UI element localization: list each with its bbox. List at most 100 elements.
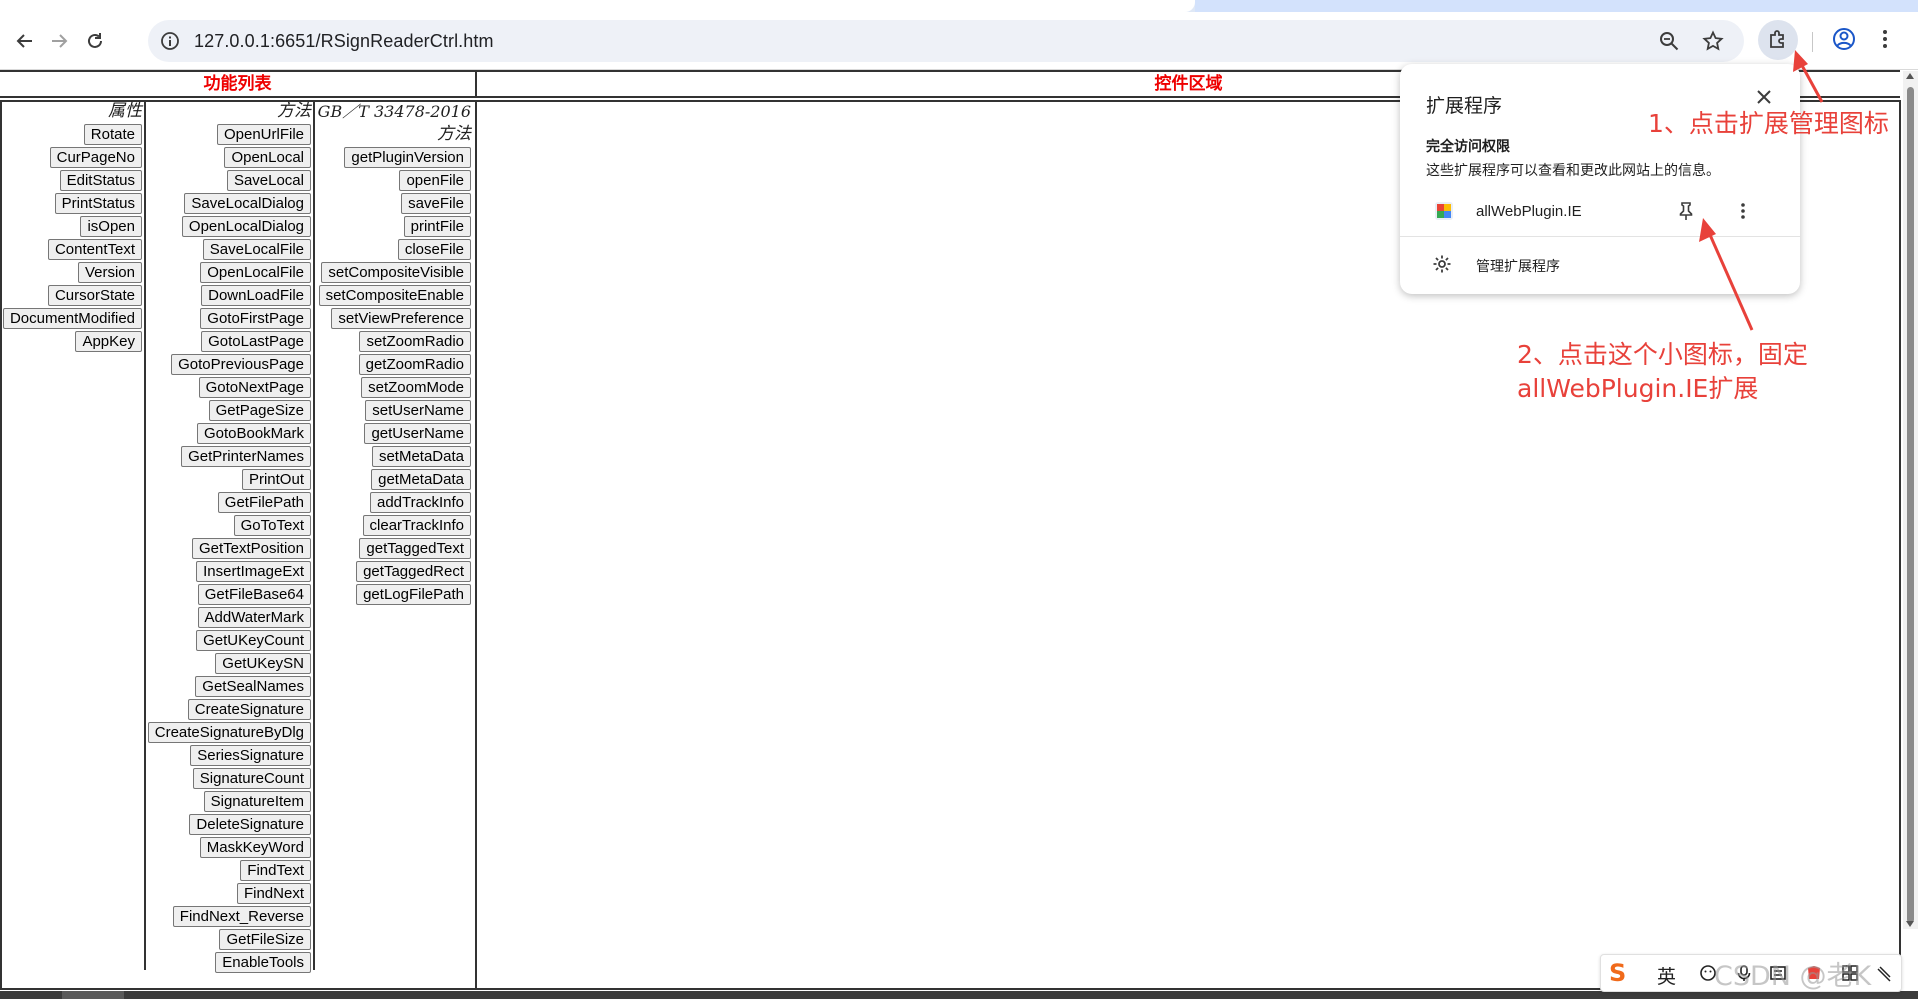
method-button-openlocaldialog[interactable]: OpenLocalDialog — [181, 216, 311, 237]
method-button-getukeysn[interactable]: GetUKeySN — [215, 653, 311, 674]
scroll-down-arrow[interactable] — [1906, 921, 1914, 927]
gb-method-button-setviewpreference[interactable]: setViewPreference — [331, 308, 471, 329]
manage-extensions-item[interactable]: 管理扩展程序 — [1400, 244, 1800, 284]
method-button-getpagesize[interactable]: GetPageSize — [208, 400, 311, 421]
method-button-getfilesize[interactable]: GetFileSize — [219, 929, 311, 950]
gb-method-button-setzoommode[interactable]: setZoomMode — [361, 377, 471, 398]
site-info-icon[interactable] — [160, 31, 180, 51]
property-button-contenttext[interactable]: ContentText — [47, 239, 142, 260]
sogou-logo-icon[interactable]: S — [1609, 959, 1626, 987]
scrollbar-thumb[interactable] — [1907, 87, 1914, 923]
method-button-gotonextpage[interactable]: GotoNextPage — [198, 377, 311, 398]
bookmark-star-icon[interactable] — [1702, 30, 1724, 52]
gb-method-button-printfile[interactable]: printFile — [403, 216, 471, 237]
property-button-cursorstate[interactable]: CursorState — [47, 285, 142, 306]
annotation-step2-line1: 2、点击这个小图标，固定 — [1517, 340, 1808, 369]
method-button-savelocalfile[interactable]: SaveLocalFile — [202, 239, 311, 260]
property-button-curpageno[interactable]: CurPageNo — [49, 147, 142, 168]
method-button-openlocalfile[interactable]: OpenLocalFile — [200, 262, 311, 283]
arrow-left-icon — [16, 34, 32, 48]
gb-method-button-setcompositevisible[interactable]: setCompositeVisible — [321, 262, 471, 283]
method-button-savelocaldialog[interactable]: SaveLocalDialog — [184, 193, 311, 214]
zoom-icon[interactable] — [1658, 30, 1680, 52]
extensions-button[interactable] — [1758, 20, 1798, 60]
address-bar[interactable]: 127.0.0.1:6651/RSignReaderCtrl.htm — [148, 20, 1744, 62]
method-button-gototext[interactable]: GoToText — [233, 515, 311, 536]
method-button-gotofirstpage[interactable]: GotoFirstPage — [200, 308, 311, 329]
gb-method-button-setusername[interactable]: setUserName — [365, 400, 471, 421]
gb-method-button-gettaggedrect[interactable]: getTaggedRect — [356, 561, 471, 582]
method-button-downloadfile[interactable]: DownLoadFile — [201, 285, 311, 306]
method-button-maskkeyword[interactable]: MaskKeyWord — [199, 837, 311, 858]
gb-method-button-setzoomradio[interactable]: setZoomRadio — [359, 331, 471, 352]
method-button-createsignature[interactable]: CreateSignature — [187, 699, 311, 720]
gb-method-button-savefile[interactable]: saveFile — [401, 193, 471, 214]
method-button-enabletools[interactable]: EnableTools — [215, 952, 311, 973]
method-button-printout[interactable]: PrintOut — [241, 469, 311, 490]
method-button-gotobookmark[interactable]: GotoBookMark — [196, 423, 311, 444]
gb-method-button-setcompositeenable[interactable]: setCompositeEnable — [318, 285, 471, 306]
method-button-getfilebase64[interactable]: GetFileBase64 — [197, 584, 311, 605]
page-scrollbar[interactable] — [1903, 71, 1918, 929]
taskbar-segment — [62, 991, 124, 999]
property-button-printstatus[interactable]: PrintStatus — [54, 193, 142, 214]
gb-method-button-closefile[interactable]: closeFile — [397, 239, 471, 260]
back-button[interactable] — [10, 26, 40, 56]
pin-extension-button[interactable] — [1676, 201, 1696, 226]
forward-button[interactable] — [44, 26, 74, 56]
method-button-findnext-reverse[interactable]: FindNext_Reverse — [172, 906, 311, 927]
gb-method-button-gettaggedtext[interactable]: getTaggedText — [359, 538, 471, 559]
method-button-gettextposition[interactable]: GetTextPosition — [191, 538, 311, 559]
ime-settings-icon[interactable] — [1875, 964, 1893, 982]
gb-method-button-addtrackinfo[interactable]: addTrackInfo — [370, 492, 471, 513]
menu-button[interactable] — [1880, 26, 1890, 57]
property-button-appkey[interactable]: AppKey — [75, 331, 142, 352]
method-button-deletesignature[interactable]: DeleteSignature — [189, 814, 311, 835]
method-button-signaturecount[interactable]: SignatureCount — [192, 768, 311, 789]
gb-method-button-getzoomradio[interactable]: getZoomRadio — [358, 354, 471, 375]
property-button-documentmodified[interactable]: DocumentModified — [2, 308, 142, 329]
method-button-insertimageext[interactable]: InsertImageExt — [196, 561, 311, 582]
profile-button[interactable] — [1831, 26, 1857, 57]
method-button-savelocal[interactable]: SaveLocal — [226, 170, 311, 191]
property-button-isopen[interactable]: isOpen — [80, 216, 142, 237]
profile-icon — [1833, 28, 1855, 50]
property-button-version[interactable]: Version — [77, 262, 142, 283]
method-button-seriessignature[interactable]: SeriesSignature — [190, 745, 311, 766]
reload-button[interactable] — [80, 26, 110, 56]
method-button-getsealnames[interactable]: GetSealNames — [195, 676, 311, 697]
gb-method-button-getpluginversion[interactable]: getPluginVersion — [344, 147, 471, 168]
method-button-findnext[interactable]: FindNext — [236, 883, 311, 904]
active-tab[interactable] — [0, 0, 1195, 12]
gb-method-button-getusername[interactable]: getUserName — [364, 423, 471, 444]
property-button-editstatus[interactable]: EditStatus — [59, 170, 142, 191]
extension-more-button[interactable] — [1738, 201, 1748, 226]
tab-strip-area — [1195, 0, 1918, 12]
gb-method-button-getmetadata[interactable]: getMetaData — [371, 469, 471, 490]
gb-method-button-getlogfilepath[interactable]: getLogFilePath — [356, 584, 471, 605]
method-button-getfilepath[interactable]: GetFilePath — [217, 492, 311, 513]
gb-method-button-setmetadata[interactable]: setMetaData — [371, 446, 471, 467]
method-button-getprinternames[interactable]: GetPrinterNames — [181, 446, 311, 467]
method-button-findtext[interactable]: FindText — [240, 860, 311, 881]
extension-row[interactable]: allWebPlugin.IE — [1400, 189, 1800, 233]
gb-method-button-openfile[interactable]: openFile — [399, 170, 471, 191]
browser-toolbar: 127.0.0.1:6651/RSignReaderCtrl.htm — [0, 12, 1918, 70]
gb-method-button-cleartrackinfo[interactable]: clearTrackInfo — [362, 515, 471, 536]
url-text[interactable]: 127.0.0.1:6651/RSignReaderCtrl.htm — [194, 31, 494, 52]
gear-icon — [1433, 255, 1451, 273]
method-button-openurlfile[interactable]: OpenUrlFile — [216, 124, 311, 145]
method-button-gotolastpage[interactable]: GotoLastPage — [201, 331, 311, 352]
property-button-rotate[interactable]: Rotate — [83, 124, 142, 145]
method-button-createsignaturebydlg[interactable]: CreateSignatureByDlg — [147, 722, 311, 743]
tab-strip — [0, 0, 1918, 12]
method-button-gotopreviouspage[interactable]: GotoPreviousPage — [171, 354, 311, 375]
method-button-signatureitem[interactable]: SignatureItem — [203, 791, 311, 812]
method-button-openlocal[interactable]: OpenLocal — [224, 147, 311, 168]
method-button-getukeycount[interactable]: GetUKeyCount — [196, 630, 311, 651]
method-button-addwatermark[interactable]: AddWaterMark — [197, 607, 311, 628]
ime-language[interactable]: 英 — [1657, 962, 1676, 989]
gb-methods-column: GB／T 33478-2016 方法 getPluginVersion openF… — [315, 100, 473, 970]
more-vert-icon — [1741, 203, 1745, 219]
scroll-up-arrow[interactable] — [1906, 73, 1914, 79]
